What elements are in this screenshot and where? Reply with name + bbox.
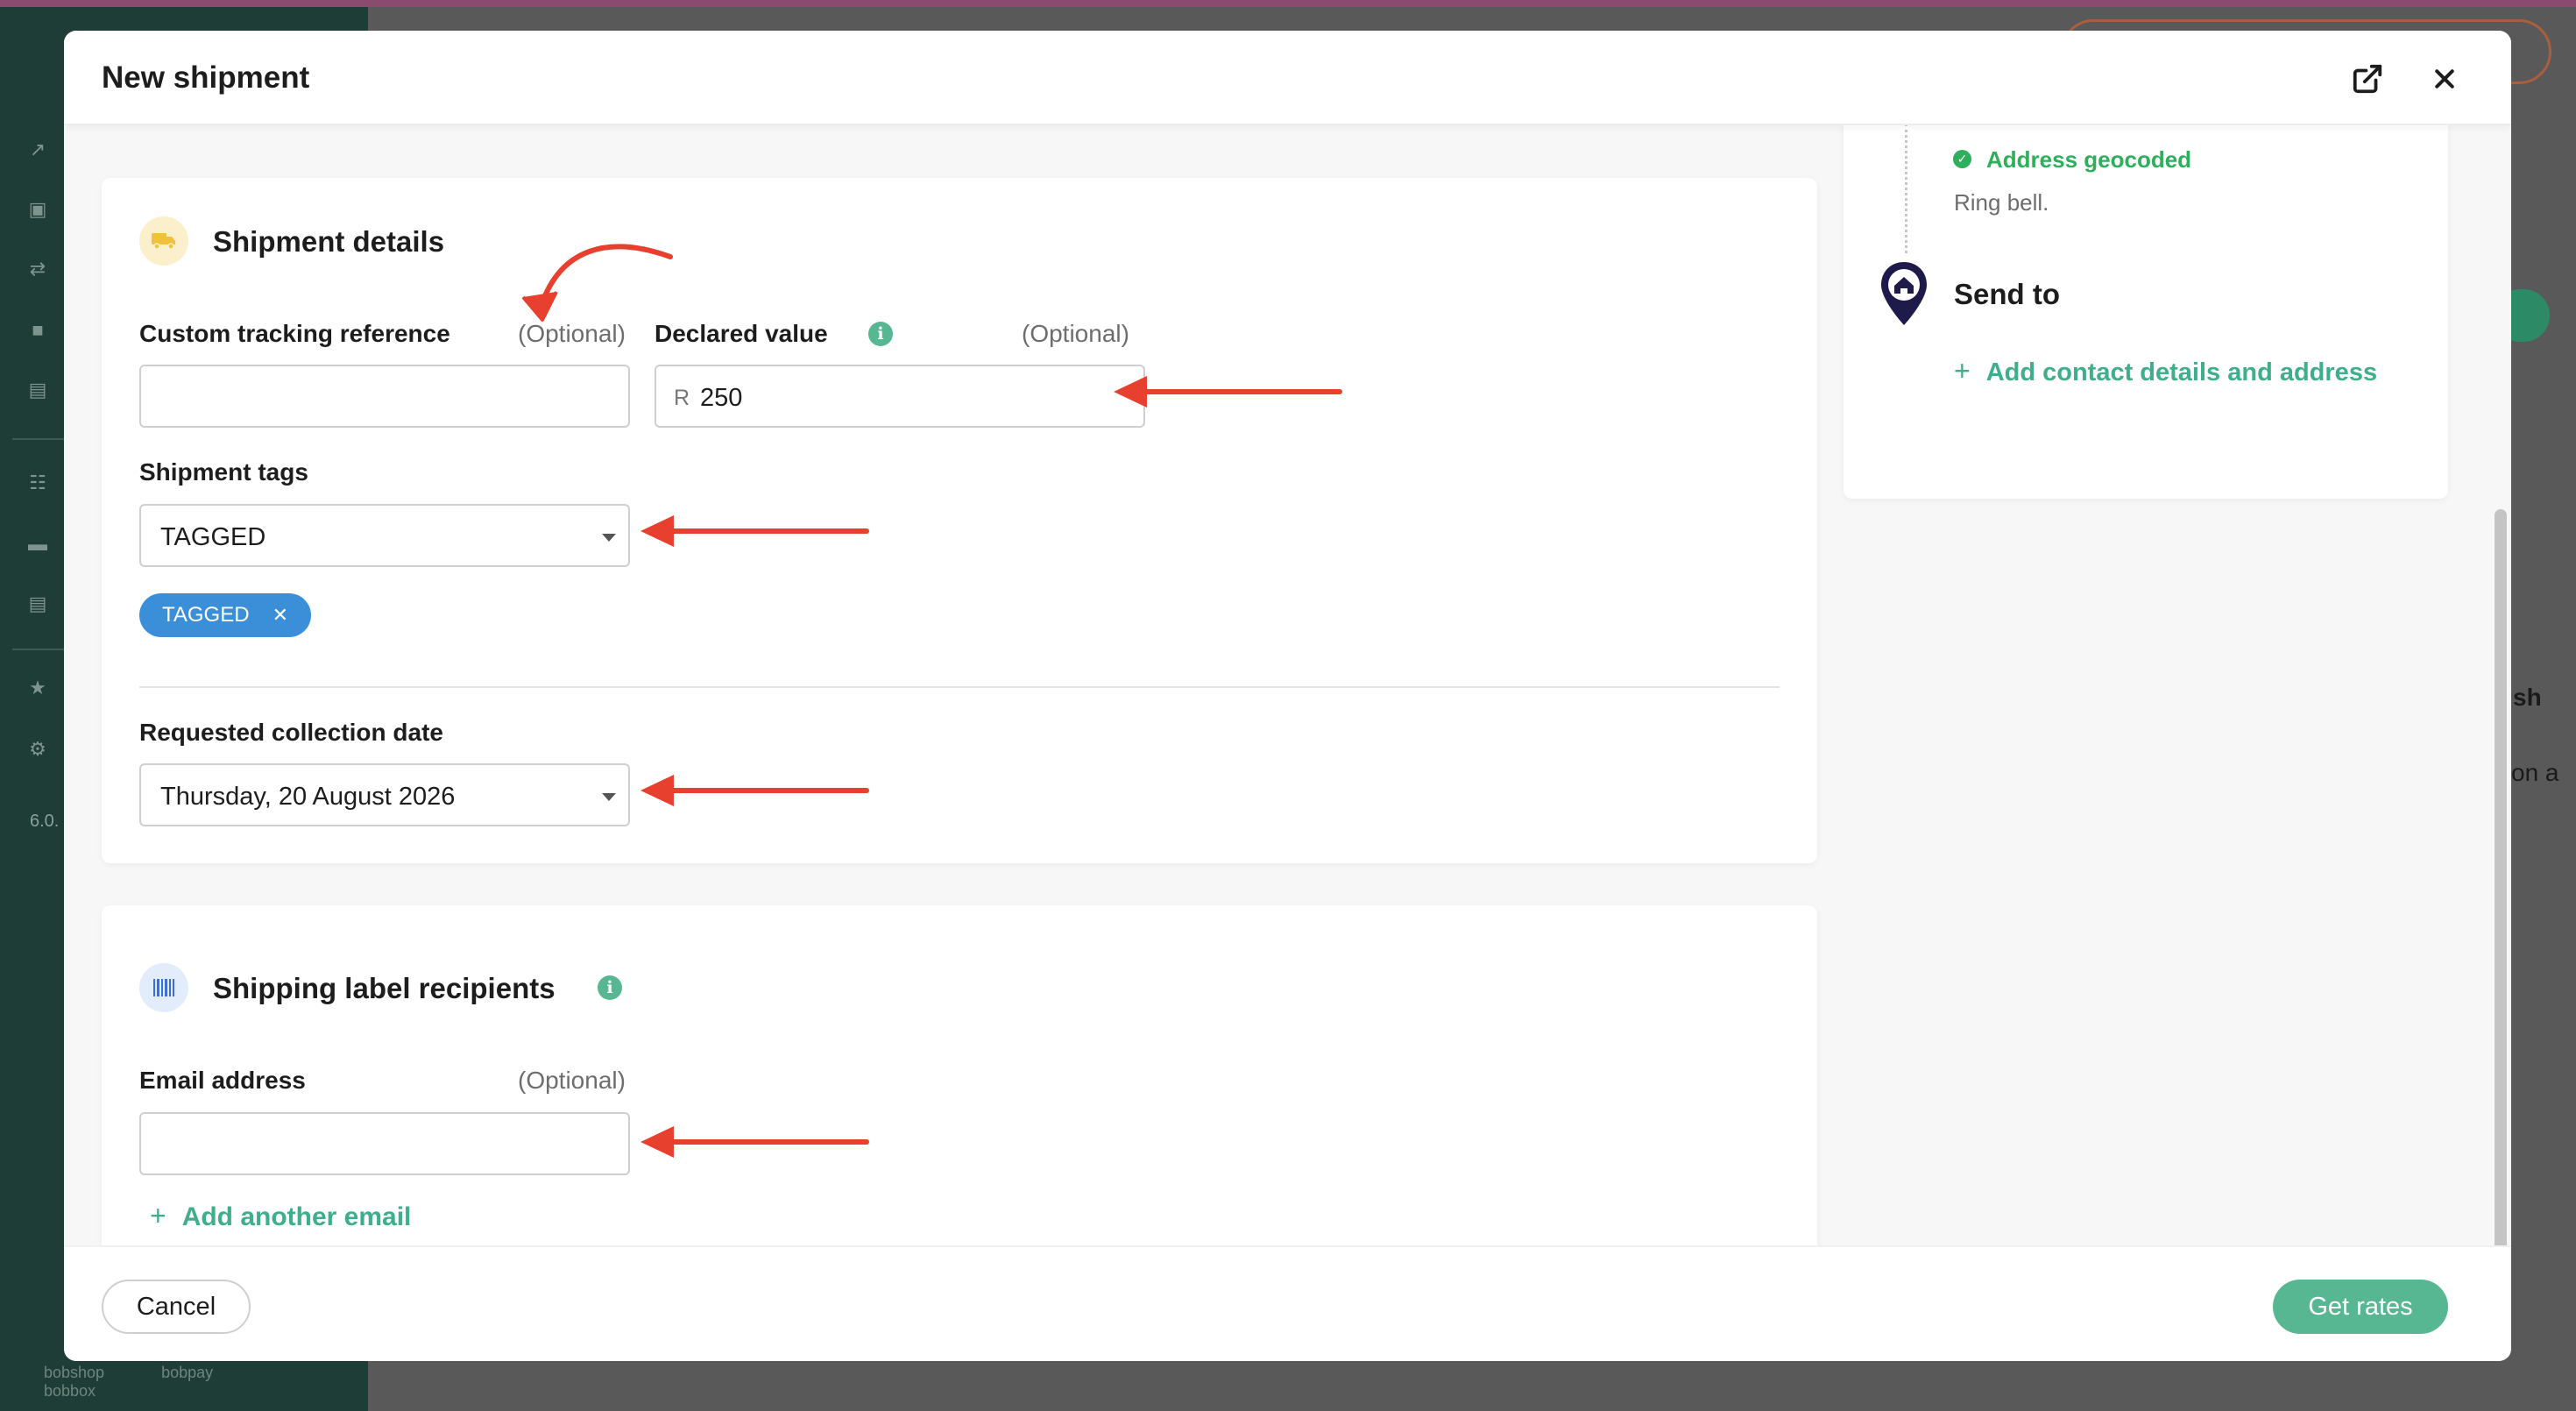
- network-icon[interactable]: ☷: [26, 472, 49, 494]
- close-icon[interactable]: [2423, 57, 2466, 101]
- chart-icon[interactable]: ↗: [26, 138, 49, 161]
- modal-footer: Cancel Get rates: [64, 1245, 2511, 1361]
- cart-icon[interactable]: ▬: [26, 533, 49, 556]
- shipment-details-title: Shipment details: [213, 225, 445, 258]
- tag-chip-label: TAGGED: [162, 603, 250, 627]
- label-recipients-card: Shipping label recipients i Email addres…: [102, 905, 1817, 1275]
- brand-links: bobshop bobpay bobbox: [44, 1364, 368, 1400]
- tag-chip: TAGGED ✕: [139, 593, 311, 637]
- brand-bobbox[interactable]: bobbox: [44, 1382, 96, 1400]
- truck-nav-icon[interactable]: ■: [26, 319, 49, 342]
- plus-icon: +: [1954, 355, 1971, 386]
- shipment-tags-select[interactable]: TAGGED: [139, 504, 630, 567]
- email-label: Email address: [139, 1067, 306, 1094]
- external-link-icon[interactable]: [2346, 57, 2389, 101]
- label-recipients-title: Shipping label recipients: [213, 972, 556, 1004]
- address-geocoded-status: Address geocoded: [1986, 146, 2192, 173]
- annotation-arrow: [640, 515, 869, 547]
- route-line: [1905, 124, 1907, 253]
- get-rates-button[interactable]: Get rates: [2273, 1280, 2448, 1334]
- scrollbar-thumb[interactable]: [2495, 509, 2507, 1307]
- shipment-details-card: Shipment details Custom tracking referen…: [102, 178, 1817, 863]
- modal-title: New shipment: [102, 60, 310, 95]
- background-text: on a: [2511, 759, 2559, 786]
- add-contact-label: Add contact details and address: [1985, 358, 2378, 386]
- collection-date-label: Requested collection date: [139, 719, 443, 746]
- annotation-arrow: [640, 1126, 869, 1158]
- route-card: ✓ Address geocoded Ring bell. Send to + A…: [1844, 124, 2448, 499]
- gear-icon[interactable]: ⚙: [26, 738, 49, 761]
- custom-tracking-label: Custom tracking reference: [139, 320, 450, 347]
- brand-bobpay[interactable]: bobpay: [161, 1364, 213, 1381]
- section-divider: [139, 686, 1780, 688]
- file-icon[interactable]: ▤: [26, 592, 49, 615]
- collection-date-value: Thursday, 20 August 2026: [160, 783, 456, 811]
- annotation-arrow: [1114, 376, 1342, 408]
- app-top-bar: [0, 0, 2576, 7]
- add-email-label: Add another email: [181, 1202, 412, 1231]
- send-to-title: Send to: [1954, 278, 2060, 310]
- background-text: sh: [2513, 684, 2542, 711]
- chevron-down-icon: [602, 793, 616, 801]
- truck-icon: [139, 216, 188, 266]
- modal-header: New shipment: [64, 31, 2511, 125]
- chevron-down-icon: [602, 534, 616, 542]
- brand-bobshop[interactable]: bobshop: [44, 1364, 104, 1381]
- calendar-icon[interactable]: ▣: [26, 198, 49, 221]
- currency-prefix: R: [674, 386, 690, 410]
- document-nav-icon[interactable]: ▤: [26, 379, 49, 401]
- scrollbar[interactable]: [2491, 124, 2510, 1307]
- optional-hint: (Optional): [518, 1067, 626, 1094]
- add-email-link[interactable]: + Add another email: [150, 1200, 411, 1232]
- star-icon[interactable]: ★: [26, 677, 49, 699]
- info-icon[interactable]: i: [598, 975, 622, 1000]
- declared-value-input[interactable]: 250: [700, 384, 742, 413]
- cancel-button[interactable]: Cancel: [102, 1280, 251, 1334]
- collection-date-select[interactable]: Thursday, 20 August 2026: [139, 763, 630, 826]
- shipment-tags-label: Shipment tags: [139, 458, 308, 486]
- modal-body[interactable]: Shipment details Custom tracking referen…: [64, 124, 2511, 1275]
- annotation-arrow: [521, 244, 673, 322]
- check-icon: ✓: [1953, 150, 1971, 168]
- home-pin-icon: [1879, 260, 1929, 331]
- barcode-icon: [139, 963, 188, 1012]
- plus-icon: +: [150, 1200, 166, 1231]
- annotation-arrow: [640, 775, 869, 806]
- new-shipment-modal: New shipment Shipment details Custom tra…: [64, 31, 2511, 1361]
- custom-tracking-input[interactable]: [139, 365, 630, 428]
- shipment-tags-value: TAGGED: [160, 523, 266, 551]
- declared-value-field[interactable]: R 250: [655, 365, 1145, 428]
- email-input[interactable]: [139, 1112, 630, 1175]
- remove-tag-icon[interactable]: ✕: [272, 604, 288, 627]
- add-contact-link[interactable]: + Add contact details and address: [1954, 355, 2377, 387]
- optional-hint: (Optional): [1022, 320, 1129, 347]
- app-version: 6.0.: [30, 812, 60, 831]
- transfer-icon[interactable]: ⇄: [26, 258, 49, 280]
- info-icon[interactable]: i: [868, 322, 893, 346]
- address-note: Ring bell.: [1954, 189, 2049, 216]
